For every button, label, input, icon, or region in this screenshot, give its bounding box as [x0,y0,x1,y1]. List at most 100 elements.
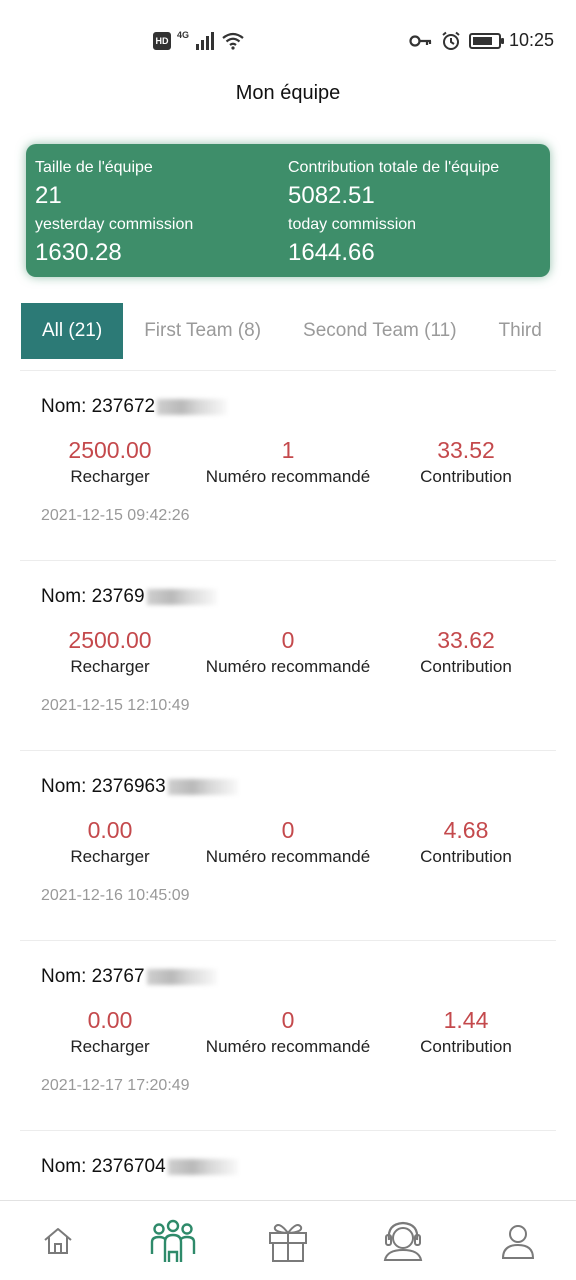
contribution-value: 33.52 [437,437,495,463]
recharge-label: Recharger [70,1037,150,1056]
nav-team[interactable] [115,1201,230,1280]
member-card[interactable]: Nom: 23769 2500.00 Recharger 0 Numéro re… [20,560,556,750]
recharge-label: Recharger [70,657,150,676]
contribution-value: 4.68 [443,817,489,843]
referred-label: Numéro recommandé [205,657,371,676]
member-name: Nom: 2376963 [41,776,238,798]
team-icon [150,1219,195,1262]
status-bar: HD 4G 10:25 [0,0,576,84]
redacted-blur [146,969,217,985]
member-join-time: 2021-12-15 09:42:26 [41,507,190,524]
yesterday-commission-block: yesterday commission 1630.28 [35,215,193,267]
member-name: Nom: 23769 [41,586,217,608]
nav-home[interactable] [0,1201,115,1280]
nav-gift[interactable] [230,1201,345,1280]
referred-label: Numéro recommandé [205,467,371,486]
network-label: 4G [177,30,190,40]
team-size-label: Taille de l'équipe [35,159,153,176]
member-name-text: Nom: 237672 [41,396,156,417]
contribution-value: 33.62 [437,627,495,653]
contribution-stat: 33.52 Contribution [376,435,556,489]
referred-label: Numéro recommandé [205,1037,371,1056]
contribution-stat: 1.44 Contribution [376,1005,556,1059]
nav-support[interactable] [346,1201,461,1280]
wifi-icon [222,32,244,50]
total-contribution-block: Contribution totale de l'équipe 5082.51 [288,158,499,210]
member-join-time: 2021-12-17 17:20:49 [41,1077,190,1094]
alarm-icon [442,31,460,50]
tab-third-team[interactable]: Third [478,303,556,359]
contribution-label: Contribution [420,1037,512,1056]
referred-stat: 0 Numéro recommandé [200,815,376,869]
home-icon [43,1227,72,1254]
nav-profile[interactable] [461,1201,576,1280]
recharge-stat: 0.00 Recharger [20,1005,200,1059]
tab-first-team[interactable]: First Team (8) [123,303,282,359]
referred-label: Numéro recommandé [205,847,371,866]
referred-value: 1 [281,437,295,463]
bottom-nav [0,1200,576,1280]
recharge-value: 0.00 [87,817,133,843]
signal-icon [196,32,215,50]
member-card[interactable]: Nom: 23767 0.00 Recharger 0 Numéro recom… [20,940,556,1130]
member-join-time: 2021-12-15 12:10:49 [41,697,190,714]
member-name: Nom: 23767 [41,966,217,988]
member-join-time: 2021-12-16 10:45:09 [41,887,190,904]
contribution-value: 1.44 [443,1007,489,1033]
member-stats: 2500.00 Recharger 0 Numéro recommandé 33… [20,625,556,679]
referred-value: 0 [281,817,295,843]
member-card[interactable]: Nom: 237672 2500.00 Recharger 1 Numéro r… [20,370,556,560]
member-stats: 0.00 Recharger 0 Numéro recommandé 1.44 … [20,1005,556,1059]
member-stats: 0.00 Recharger 0 Numéro recommandé 4.68 … [20,815,556,869]
gift-icon [269,1223,307,1262]
key-icon [409,34,432,47]
redacted-blur [167,779,238,795]
team-tabs: All (21) First Team (8) Second Team (11)… [21,303,556,359]
yesterday-commission-label: yesterday commission [35,216,194,233]
status-right: 10:25 [409,30,554,51]
status-left: HD 4G [153,30,245,50]
referred-value: 0 [281,627,295,653]
recharge-value: 2500.00 [68,437,152,463]
contribution-stat: 33.62 Contribution [376,625,556,679]
contribution-label: Contribution [420,657,512,676]
total-contribution-value: 5082.51 [288,182,375,209]
status-time: 10:25 [508,30,554,50]
tab-second-team[interactable]: Second Team (11) [282,303,478,359]
recharge-value: 2500.00 [68,627,152,653]
member-name-text: Nom: 23769 [41,586,145,607]
redacted-blur [167,1159,238,1175]
referred-stat: 1 Numéro recommandé [200,435,376,489]
today-commission-block: today commission 1644.66 [288,215,416,267]
contribution-stat: 4.68 Contribution [376,815,556,869]
page-title: Mon équipe [235,82,341,104]
today-commission-label: today commission [288,216,417,233]
referred-stat: 0 Numéro recommandé [200,1005,376,1059]
redacted-blur [146,589,217,605]
recharge-stat: 2500.00 Recharger [20,625,200,679]
recharge-label: Recharger [70,467,150,486]
user-icon [502,1224,535,1259]
contribution-label: Contribution [420,847,512,866]
today-commission-value: 1644.66 [288,239,375,266]
member-list: Nom: 237672 2500.00 Recharger 1 Numéro r… [20,370,556,1280]
recharge-stat: 2500.00 Recharger [20,435,200,489]
yesterday-commission-value: 1630.28 [35,239,122,266]
member-name: Nom: 2376704 [41,1156,238,1178]
recharge-label: Recharger [70,847,150,866]
battery-icon [468,32,504,49]
tab-all[interactable]: All (21) [21,303,124,359]
member-name: Nom: 237672 [41,396,228,418]
member-stats: 2500.00 Recharger 1 Numéro recommandé 33… [20,435,556,489]
referred-value: 0 [281,1007,295,1033]
referred-stat: 0 Numéro recommandé [200,625,376,679]
member-name-text: Nom: 2376963 [41,776,166,797]
total-contribution-label: Contribution totale de l'équipe [288,159,500,176]
member-card[interactable]: Nom: 2376963 0.00 Recharger 0 Numéro rec… [20,750,556,940]
member-name-text: Nom: 2376704 [41,1156,166,1177]
hd-badge: HD [153,32,171,50]
recharge-stat: 0.00 Recharger [20,815,200,869]
member-name-text: Nom: 23767 [41,966,145,987]
team-size-value: 21 [35,182,62,209]
team-size-block: Taille de l'équipe 21 [35,158,153,210]
